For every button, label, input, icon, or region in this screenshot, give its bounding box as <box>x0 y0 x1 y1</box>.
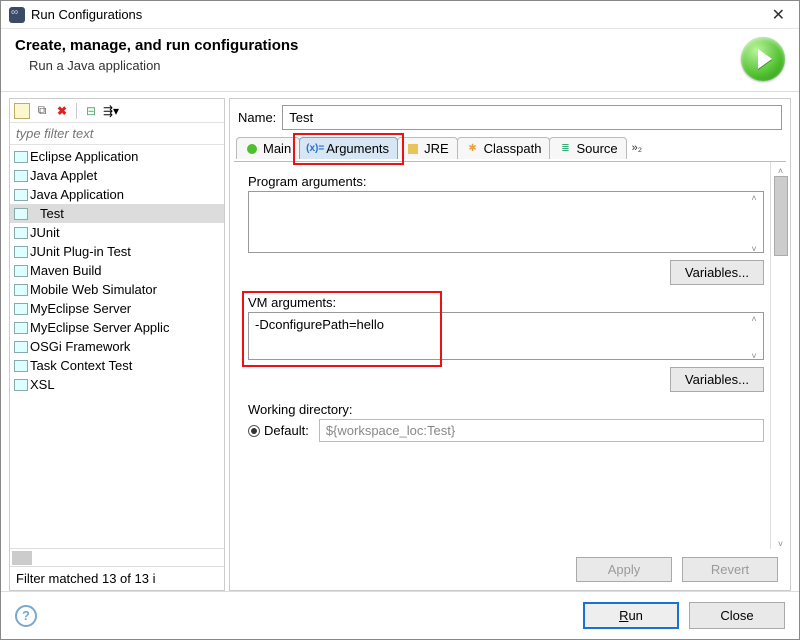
tree-item[interactable]: Eclipse Application <box>10 147 224 166</box>
tab-label: Classpath <box>484 141 542 156</box>
default-radio[interactable]: Default: <box>248 423 309 438</box>
run-button-label-rest: un <box>628 608 642 623</box>
vm-arguments-label: VM arguments: <box>248 295 764 310</box>
tree-item[interactable]: MyEclipse Server <box>10 299 224 318</box>
duplicate-icon[interactable]: ⧉ <box>34 103 50 119</box>
toolbar-divider <box>76 103 77 119</box>
collapse-all-icon[interactable]: ⊟ <box>83 103 99 119</box>
name-label: Name: <box>238 110 276 125</box>
tree-item[interactable]: OSGi Framework <box>10 337 224 356</box>
run-button[interactable]: Run <box>583 602 679 629</box>
close-icon[interactable]: ✕ <box>766 5 791 25</box>
header: Create, manage, and run configurations R… <box>1 29 799 92</box>
tree-item[interactable]: Mobile Web Simulator <box>10 280 224 299</box>
program-arguments-input[interactable] <box>248 191 764 253</box>
window-title: Run Configurations <box>31 7 766 22</box>
textarea-spinner[interactable]: ˄˅ <box>746 193 762 254</box>
program-arguments-label: Program arguments: <box>248 174 764 189</box>
filter-status: Filter matched 13 of 13 i <box>10 566 224 590</box>
tab-label: Main <box>263 141 291 156</box>
tab-label: JRE <box>424 141 449 156</box>
new-config-icon[interactable] <box>14 103 30 119</box>
left-column: ⧉ ✖ ⊟ ⇶▾ Eclipse ApplicationJava AppletJ… <box>9 98 225 591</box>
radio-dot-icon <box>248 425 260 437</box>
working-directory-label: Working directory: <box>248 402 764 417</box>
help-icon[interactable]: ? <box>15 605 37 627</box>
tree-item[interactable]: Test <box>10 204 224 223</box>
tab-main[interactable]: Main <box>236 137 300 159</box>
tree-item[interactable]: Java Application <box>10 185 224 204</box>
header-subtitle: Run a Java application <box>29 58 741 73</box>
left-toolbar: ⧉ ✖ ⊟ ⇶▾ <box>10 99 224 123</box>
tab-bar: Main (x)= Arguments JRE ✱ Classpath ≣ Source »₂ <box>230 134 790 162</box>
vm-variables-button[interactable]: Variables... <box>670 367 764 392</box>
app-icon <box>9 7 25 23</box>
vm-arguments-input[interactable]: -DconfigurePath=hello <box>248 312 764 360</box>
footer: ? Run Close <box>1 591 799 639</box>
run-configurations-dialog: Run Configurations ✕ Create, manage, and… <box>0 0 800 640</box>
run-main-icon <box>245 142 259 156</box>
default-workdir-value: ${workspace_loc:Test} <box>319 419 764 442</box>
arguments-pane: Program arguments: ˄˅ Variables... VM ar… <box>230 162 770 549</box>
tab-arguments[interactable]: (x)= Arguments <box>299 137 398 159</box>
tab-jre[interactable]: JRE <box>397 137 458 159</box>
tree-item[interactable]: Java Applet <box>10 166 224 185</box>
config-tree[interactable]: Eclipse ApplicationJava AppletJava Appli… <box>10 145 224 548</box>
textarea-spinner[interactable]: ˄˅ <box>746 314 762 361</box>
tree-item[interactable]: Maven Build <box>10 261 224 280</box>
apply-button[interactable]: Apply <box>576 557 672 582</box>
tree-item[interactable]: XSL <box>10 375 224 394</box>
tree-item[interactable]: JUnit <box>10 223 224 242</box>
source-icon: ≣ <box>558 142 572 156</box>
right-column: Name: Main (x)= Arguments JRE ✱ Classpath ≣ Sou… <box>229 98 791 591</box>
tree-hscrollbar[interactable] <box>10 548 224 566</box>
tab-source[interactable]: ≣ Source <box>549 137 626 159</box>
delete-icon[interactable]: ✖ <box>54 103 70 119</box>
name-input[interactable] <box>282 105 782 130</box>
tabs-overflow-icon[interactable]: »₂ <box>632 142 642 154</box>
tree-item[interactable]: JUnit Plug-in Test <box>10 242 224 261</box>
content-vscrollbar[interactable]: ˄ ˅ <box>770 162 790 549</box>
header-title: Create, manage, and run configurations <box>15 37 741 54</box>
classpath-icon: ✱ <box>466 142 480 156</box>
tab-label: Arguments <box>326 141 389 156</box>
run-play-icon <box>741 37 785 81</box>
revert-button[interactable]: Revert <box>682 557 778 582</box>
program-variables-button[interactable]: Variables... <box>670 260 764 285</box>
arguments-icon: (x)= <box>308 142 322 156</box>
tab-classpath[interactable]: ✱ Classpath <box>457 137 551 159</box>
tree-item[interactable]: Task Context Test <box>10 356 224 375</box>
tree-item[interactable]: MyEclipse Server Applic <box>10 318 224 337</box>
titlebar: Run Configurations ✕ <box>1 1 799 29</box>
jre-icon <box>406 142 420 156</box>
filter-menu-icon[interactable]: ⇶▾ <box>103 103 119 119</box>
tab-label: Source <box>576 141 617 156</box>
filter-input[interactable] <box>10 123 224 145</box>
default-radio-label: Default: <box>264 423 309 438</box>
close-button[interactable]: Close <box>689 602 785 629</box>
